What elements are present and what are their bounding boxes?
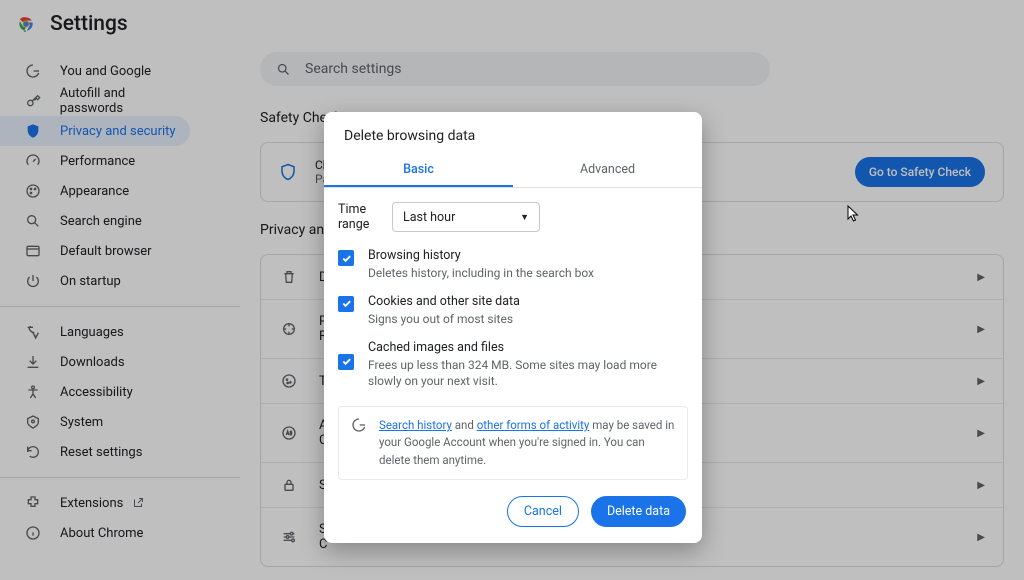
tab-basic[interactable]: Basic [324,154,513,187]
tab-advanced[interactable]: Advanced [513,154,702,187]
delete-data-button[interactable]: Delete data [591,496,686,527]
option-desc: Deletes history, including in the search… [368,265,594,282]
time-range-value: Last hour [403,210,455,225]
notice: Search history and other forms of activi… [338,406,688,480]
checkbox-cache[interactable] [338,354,354,370]
delete-browsing-data-dialog: Delete browsing data Basic Advanced Time… [324,112,702,543]
option-cache: Cached images and files Frees up less th… [324,330,702,393]
dialog-actions: Cancel Delete data [324,480,702,529]
option-title: Cached images and files [368,340,682,355]
dialog-title: Delete browsing data [324,112,702,154]
time-range-field: Time range Last hour ▼ [324,188,702,238]
option-desc: Signs you out of most sites [368,311,520,328]
option-title: Browsing history [368,248,594,263]
option-cookies: Cookies and other site data Signs you ou… [324,284,702,330]
option-title: Cookies and other site data [368,294,520,309]
option-desc: Frees up less than 324 MB. Some sites ma… [368,357,682,391]
option-browsing-history: Browsing history Deletes history, includ… [324,238,702,284]
notice-text: Search history and other forms of activi… [379,417,675,469]
time-range-select[interactable]: Last hour ▼ [392,202,540,232]
link-search-history[interactable]: Search history [379,418,452,432]
chevron-down-icon: ▼ [520,212,529,223]
dialog-tabs: Basic Advanced [324,154,702,188]
checkbox-cookies[interactable] [338,296,354,312]
google-g-icon [351,417,367,469]
time-range-label: Time range [338,202,392,232]
link-other-activity[interactable]: other forms of activity [477,418,590,432]
checkbox-browsing-history[interactable] [338,250,354,266]
cancel-button[interactable]: Cancel [507,496,579,527]
